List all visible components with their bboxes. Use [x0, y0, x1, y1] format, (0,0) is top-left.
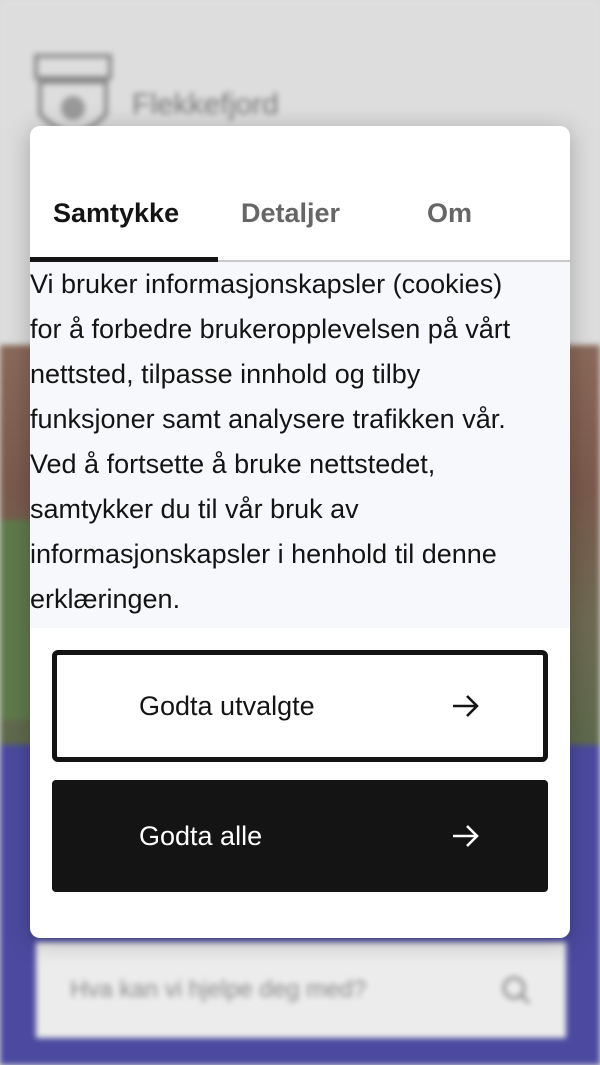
- tab-om[interactable]: Om: [427, 198, 472, 229]
- consent-description: Vi bruker informasjonskapsler (cookies) …: [30, 262, 570, 628]
- tab-detaljer[interactable]: Detaljer: [241, 198, 340, 229]
- search-input: Hva kan vi hjelpe deg med?: [36, 942, 566, 1038]
- accept-all-button[interactable]: Godta alle: [52, 780, 548, 892]
- arrow-right-icon: [453, 825, 479, 847]
- cookie-consent-dialog: Samtykke Detaljer Om Vi bruker informasj…: [30, 126, 570, 938]
- consent-line: funksjoner samt analysere trafikken vår.: [30, 404, 506, 434]
- accept-all-label: Godta alle: [139, 820, 263, 851]
- active-tab-indicator: [30, 257, 218, 262]
- consent-line: Vi bruker informasjonskapsler (cookies): [30, 269, 503, 299]
- consent-line: Ved å fortsette å bruke nettstedet,: [30, 449, 436, 479]
- arrow-right-icon: [453, 695, 479, 717]
- accept-selected-button[interactable]: Godta utvalgte: [52, 650, 548, 762]
- tab-samtykke[interactable]: Samtykke: [53, 198, 179, 229]
- consent-line: erklæringen.: [30, 584, 181, 614]
- site-name: Flekkefjord: [132, 88, 279, 121]
- accept-selected-label: Godta utvalgte: [139, 690, 315, 721]
- page: Flekkefjord Hva kan vi hjelpe deg med? S…: [0, 0, 600, 1065]
- search-icon: [502, 976, 531, 1005]
- consent-tabs: Samtykke Detaljer Om: [30, 126, 570, 262]
- consent-line: for å forbedre brukeropplevelsen på vårt: [30, 314, 511, 344]
- consent-line: samtykker du til vår bruk av: [30, 494, 359, 524]
- consent-line: informasjonskapsler i henhold til denne: [30, 539, 497, 569]
- consent-line: nettsted, tilpasse innhold og tilby: [30, 359, 421, 389]
- search-placeholder: Hva kan vi hjelpe deg med?: [70, 976, 367, 1003]
